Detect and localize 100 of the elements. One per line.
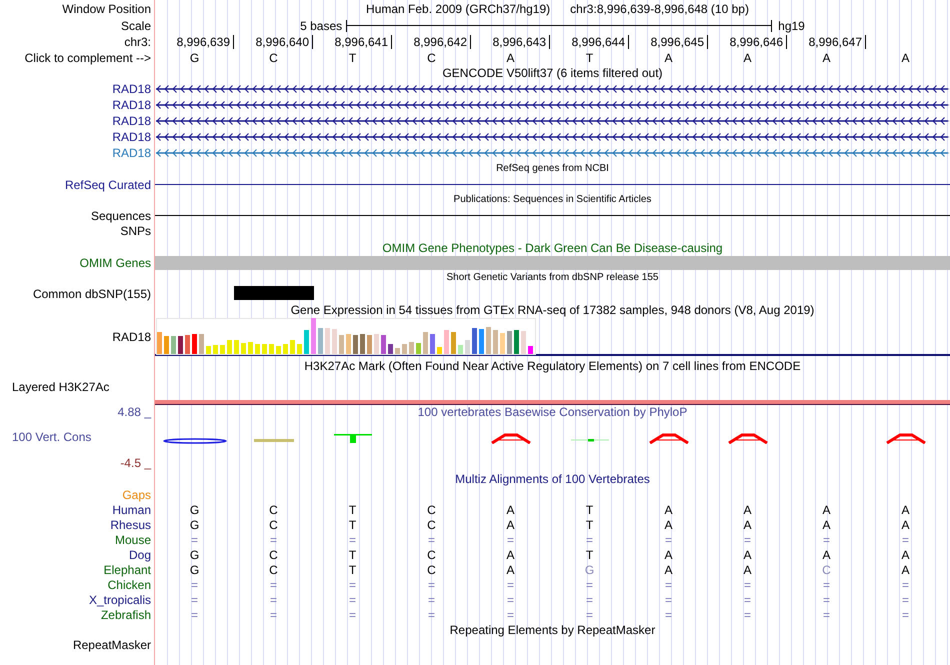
conservation-mark	[334, 434, 372, 442]
aligned-base: =	[744, 608, 751, 622]
conservation-mark	[254, 438, 294, 442]
aligned-base: =	[664, 578, 672, 592]
aligned-base: T	[348, 518, 356, 532]
aligned-base: =	[190, 532, 198, 546]
aligned-base: =	[506, 608, 514, 622]
base-letter[interactable]: A	[506, 50, 514, 64]
coordinate-tick: 8,996,640	[256, 35, 313, 49]
coordinate-tick: 8,996,643	[492, 35, 550, 49]
gene-label[interactable]: RAD18	[112, 98, 151, 112]
aligned-base: =	[664, 592, 672, 606]
aligned-base: =	[506, 532, 514, 546]
track-title: Publications: Sequences in Scientific Articles	[454, 193, 652, 207]
track-label[interactable]: OMIM Genes	[80, 256, 151, 270]
base-letter[interactable]: T	[586, 50, 594, 64]
aligned-base: =	[822, 608, 830, 622]
aligned-base: A	[506, 502, 514, 516]
aligned-base: C	[427, 502, 436, 516]
coordinate-tick: 8,996,641	[334, 35, 392, 49]
species-label: X_tropicalis	[88, 592, 151, 606]
scale-text: 5 bases	[300, 18, 342, 32]
aligned-base: G	[190, 562, 200, 576]
aligned-base: =	[190, 578, 198, 592]
aligned-base: =	[586, 592, 593, 606]
peak-mark	[886, 432, 926, 444]
gene-label[interactable]: RAD18	[112, 130, 151, 144]
aligned-base: A	[743, 562, 752, 576]
base-letter[interactable]: C	[269, 50, 278, 64]
aligned-base: G	[190, 518, 200, 532]
track-label[interactable]: Sequences	[90, 208, 151, 222]
aligned-base: T	[586, 548, 594, 562]
species-label: Chicken	[108, 578, 151, 592]
track-title: Short Genetic Variants from dbSNP release 155	[446, 271, 658, 285]
aligned-base: =	[744, 532, 751, 546]
base-letter[interactable]: C	[427, 50, 436, 64]
aligned-base: C	[269, 518, 278, 532]
aligned-base: A	[743, 502, 752, 516]
conservation-mark	[162, 438, 226, 444]
aligned-base: A	[901, 562, 910, 576]
aligned-base: C	[427, 562, 436, 576]
aligned-base: A	[664, 548, 672, 562]
base-letter[interactable]: T	[348, 50, 356, 64]
aligned-base: C	[269, 548, 278, 562]
aligned-base: =	[428, 532, 435, 546]
aligned-base: A	[506, 562, 514, 576]
aligned-base: C	[269, 562, 278, 576]
aligned-base: A	[743, 518, 752, 532]
position-text: chr3:8,996,639-8,996,648 (10 bp)	[570, 2, 749, 16]
aligned-base: =	[190, 608, 198, 622]
aligned-base: A	[822, 518, 830, 532]
aligned-base: C	[427, 518, 436, 532]
track-label[interactable]: RefSeq Curated	[64, 178, 151, 192]
species-label: Elephant	[104, 562, 151, 576]
peak-mark	[490, 432, 530, 444]
gene-label[interactable]: RAD18	[112, 82, 151, 96]
aligned-base: T	[348, 548, 356, 562]
species-label: Dog	[128, 548, 151, 562]
track-label[interactable]: RAD18	[112, 330, 151, 344]
aligned-base: A	[664, 562, 672, 576]
aligned-base: T	[586, 502, 594, 516]
track-label: Common dbSNP(155)	[32, 286, 151, 300]
track-title: Multiz Alignments of 100 Vertebrates	[455, 472, 650, 486]
complement-link[interactable]: Click to complement -->	[24, 50, 151, 64]
track-label: Scale	[120, 18, 151, 32]
aligned-base: T	[586, 518, 594, 532]
base-letter[interactable]: A	[664, 50, 672, 64]
aligned-base: =	[586, 608, 593, 622]
conservation-mark	[570, 439, 608, 442]
aligned-base: T	[348, 502, 356, 516]
track-label: SNPs	[120, 224, 151, 238]
track-title: RefSeq genes from NCBI	[496, 162, 609, 176]
gene-label[interactable]: RAD18	[112, 146, 151, 160]
aligned-base: =	[428, 592, 435, 606]
aligned-base: A	[506, 548, 514, 562]
aligned-base: G	[584, 562, 594, 576]
peak-mark	[648, 432, 688, 444]
aligned-base: G	[190, 502, 200, 516]
aligned-base: =	[822, 592, 830, 606]
base-letter[interactable]: G	[190, 50, 200, 64]
species-label: Rhesus	[110, 518, 151, 532]
base-letter[interactable]: A	[822, 50, 830, 64]
aligned-base: C	[269, 502, 278, 516]
aligned-base: =	[348, 592, 356, 606]
track-label: Window Position	[62, 2, 151, 16]
track-label: Layered H3K27Ac	[12, 380, 110, 394]
aligned-base: A	[822, 502, 830, 516]
aligned-base: A	[664, 502, 672, 516]
track-title: GENCODE V50lift37 (6 items filtered out)	[442, 66, 663, 80]
base-letter[interactable]: A	[901, 50, 910, 64]
aligned-base: A	[506, 518, 514, 532]
gene-label[interactable]: RAD18	[112, 114, 151, 128]
axis-min-label: -4.5 _	[120, 456, 151, 470]
base-letter[interactable]: A	[743, 50, 752, 64]
aligned-base: =	[348, 578, 356, 592]
aligned-base: C	[822, 562, 831, 576]
track-title: 100 vertebrates Basewise Conservation by PhyloP	[418, 405, 688, 419]
track-title: OMIM Gene Phenotypes - Dark Green Can Be Disease-causing	[382, 241, 723, 255]
aligned-base: =	[428, 608, 435, 622]
track-title: Gene Expression in 54 tissues from GTEx RNA-seq of 17382 samples, 948 donors (V8, Aug 2019)	[290, 302, 814, 316]
